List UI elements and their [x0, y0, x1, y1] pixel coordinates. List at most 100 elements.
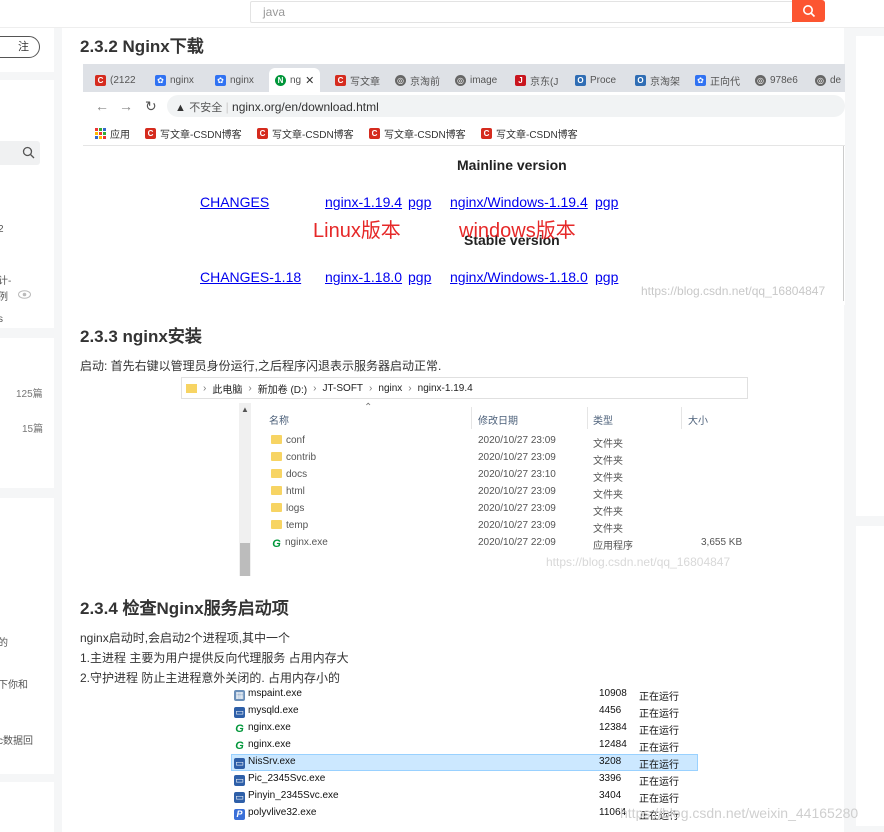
file-name: nginx.exe: [285, 537, 328, 548]
pgp-link[interactable]: pgp: [595, 194, 618, 210]
address-bar: ← → ↻ ▲ 不安全 | nginx.org/en/download.html: [83, 92, 845, 120]
process-name: Pinyin_2345Svc.exe: [248, 790, 339, 801]
browser-tab[interactable]: ◎ de: [815, 68, 841, 92]
baidu-icon: ✿: [695, 74, 706, 86]
bookmark-item[interactable]: C 写文章-CSDN博客: [257, 126, 354, 141]
process-row[interactable]: ▭ mysqld.exe 4456 正在运行: [231, 703, 698, 720]
category-count: 15篇: [22, 424, 44, 435]
windows-1180-link[interactable]: nginx/Windows-1.18.0: [450, 269, 588, 285]
url-field[interactable]: ▲ 不安全 | nginx.org/en/download.html: [167, 95, 845, 117]
browser-tab[interactable]: C (2122: [95, 68, 136, 92]
breadcrumb: › 此电脑 › 新加卷 (D:) › JT-SOFT › nginx › ngi…: [181, 377, 748, 399]
related-item-text[interactable]: 下你和: [0, 676, 28, 691]
browser-tab[interactable]: ◎ image: [455, 68, 497, 92]
column-header-size[interactable]: 大小: [688, 412, 708, 434]
process-row-selected[interactable]: ▭ NisSrv.exe 3208 正在运行: [231, 754, 698, 771]
pgp-link[interactable]: pgp: [408, 269, 431, 285]
on-icon: O: [575, 74, 586, 86]
explorer-screenshot: › 此电脑 › 新加卷 (D:) › JT-SOFT › nginx › ngi…: [181, 377, 748, 576]
nginx-1194-link[interactable]: nginx-1.19.4: [325, 194, 402, 210]
breadcrumb-item[interactable]: nginx-1.19.4: [418, 383, 473, 394]
browser-tab[interactable]: ✿ nginx: [215, 68, 254, 92]
browser-tab[interactable]: J 京东(J: [515, 68, 558, 92]
breadcrumb-item[interactable]: 新加卷 (D:): [258, 381, 307, 396]
globe-icon: ◎: [395, 74, 406, 86]
reload-icon[interactable]: ↻: [145, 98, 157, 115]
sidebar-item-text[interactable]: s: [0, 314, 3, 325]
browser-tab[interactable]: ◎ 京淘前: [395, 68, 440, 92]
file-date: 2020/10/27 23:09: [478, 486, 556, 497]
process-row[interactable]: ▭ Pic_2345Svc.exe 3396 正在运行: [231, 771, 698, 788]
browser-tab[interactable]: ◎ 978e6: [755, 68, 798, 92]
windows-1194-link[interactable]: nginx/Windows-1.19.4: [450, 194, 588, 210]
search-input[interactable]: java: [250, 1, 792, 23]
paragraph: 启动: 首先右键以管理员身份运行,之后程序闪退表示服务器启动正常.: [80, 359, 442, 373]
changes-link[interactable]: CHANGES: [200, 194, 269, 210]
chevron-right-icon: ›: [248, 382, 252, 394]
column-header-date[interactable]: 修改日期: [478, 412, 518, 434]
process-pid: 12384: [599, 722, 627, 733]
browser-tab-active[interactable]: Nng ✕: [269, 68, 321, 92]
file-type: 文件夹: [593, 439, 623, 450]
search-icon[interactable]: [22, 146, 35, 159]
bookmark-item[interactable]: C 写文章-CSDN博客: [481, 126, 578, 141]
process-row[interactable]: ▭ Pinyin_2345Svc.exe 3404 正在运行: [231, 788, 698, 805]
breadcrumb-item[interactable]: 此电脑: [212, 381, 242, 396]
process-pid: 3404: [599, 790, 622, 801]
tab-label: 写文章: [350, 76, 380, 88]
browser-tab[interactable]: O 京淘架: [635, 68, 680, 92]
chevron-right-icon: ›: [369, 382, 373, 394]
browser-tab[interactable]: ✿ nginx: [155, 68, 194, 92]
scrollbar[interactable]: ▲: [239, 403, 251, 576]
file-row[interactable]: contrib 2020/10/27 23:09 文件夹: [269, 450, 748, 467]
related-item-text[interactable]: 的: [0, 634, 8, 649]
file-row[interactable]: logs 2020/10/27 23:09 文件夹: [269, 501, 748, 518]
watermark: https://blog.csdn.net/qq_16804847: [546, 555, 731, 569]
apps-bookmark[interactable]: 应用: [95, 126, 130, 141]
nginx-1180-link[interactable]: nginx-1.18.0: [325, 269, 402, 285]
file-row[interactable]: html 2020/10/27 23:09 文件夹: [269, 484, 748, 501]
scroll-thumb[interactable]: [240, 543, 250, 576]
pgp-link[interactable]: pgp: [595, 269, 618, 285]
column-header-type[interactable]: 类型: [593, 412, 613, 434]
baidu-icon: ✿: [215, 74, 226, 86]
file-row[interactable]: conf 2020/10/27 23:09 文件夹: [269, 433, 748, 450]
process-row[interactable]: Gnginx.exe 12384 正在运行: [231, 720, 698, 737]
pgp-link[interactable]: pgp: [408, 194, 431, 210]
file-row[interactable]: temp 2020/10/27 23:09 文件夹: [269, 518, 748, 535]
globe-icon: ◎: [455, 74, 466, 86]
breadcrumb-item[interactable]: JT-SOFT: [322, 383, 363, 394]
file-row[interactable]: Gnginx.exe 2020/10/27 22:09 应用程序 3,655 KB: [269, 535, 748, 552]
sidebar-item-text[interactable]: 例: [0, 288, 8, 303]
column-header-name[interactable]: 名称: [269, 412, 289, 434]
browser-tab[interactable]: ✿ 正向代: [695, 68, 740, 92]
close-icon[interactable]: ✕: [305, 74, 314, 87]
follow-button[interactable]: 注: [0, 36, 40, 58]
file-row[interactable]: docs 2020/10/27 23:10 文件夹: [269, 467, 748, 484]
process-name: nginx.exe: [248, 722, 291, 733]
mainline-heading: Mainline version: [457, 157, 567, 173]
tab-label: 京淘架: [650, 76, 680, 88]
changes-118-link[interactable]: CHANGES-1.18: [200, 269, 301, 285]
windows-annotation: windows版本: [459, 220, 576, 242]
tab-label: 京东(J: [530, 76, 559, 88]
breadcrumb-item[interactable]: nginx: [378, 383, 402, 394]
bookmark-item[interactable]: C 写文章-CSDN博客: [145, 126, 242, 141]
sidebar-item-text[interactable]: 2: [0, 224, 4, 235]
related-item-text[interactable]: c数据回: [0, 732, 33, 747]
app-window-icon: ▭: [234, 707, 245, 718]
scroll-up-icon[interactable]: ▲: [241, 405, 249, 414]
process-row[interactable]: ▦ mspaint.exe 10908 正在运行: [231, 686, 698, 703]
process-row[interactable]: Gnginx.exe 12484 正在运行: [231, 737, 698, 754]
back-arrow-icon[interactable]: ←: [95, 98, 109, 114]
column-separator: [681, 407, 682, 429]
browser-tab[interactable]: O Proce: [575, 68, 616, 92]
file-type: 文件夹: [593, 490, 623, 501]
browser-tab[interactable]: C 写文章: [335, 68, 380, 92]
right-sidebar: [844, 28, 884, 832]
search-button[interactable]: [792, 0, 825, 22]
bookmark-item[interactable]: C 写文章-CSDN博客: [369, 126, 466, 141]
apps-grid-icon: [95, 128, 106, 139]
tab-label: 正向代: [710, 76, 740, 88]
forward-arrow-icon[interactable]: →: [119, 98, 133, 114]
